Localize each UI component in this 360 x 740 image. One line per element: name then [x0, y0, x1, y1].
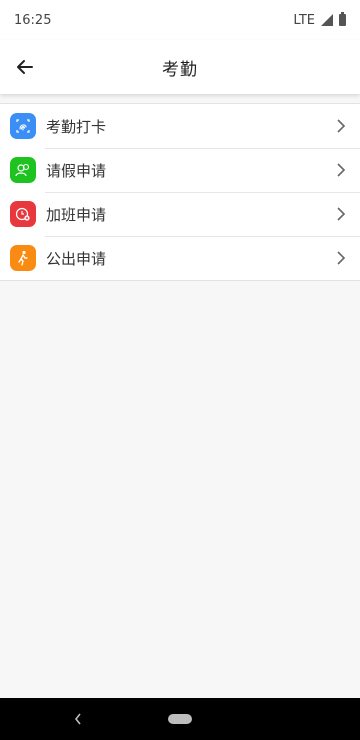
- status-indicators: LTE: [293, 12, 346, 28]
- chevron-right-icon: [334, 118, 348, 134]
- fingerprint-icon: [10, 113, 36, 139]
- app-bar: 考勤: [0, 40, 360, 94]
- menu-item-label: 考勤打卡: [46, 117, 107, 136]
- nav-home-button[interactable]: [168, 714, 192, 724]
- nav-back-button[interactable]: [72, 711, 84, 727]
- system-nav-bar: [0, 698, 360, 740]
- menu-item-overtime[interactable]: 加班申请: [0, 192, 360, 236]
- walking-person-icon: [10, 245, 36, 271]
- status-time: 16:25: [14, 12, 52, 28]
- network-type: LTE: [293, 12, 315, 28]
- nav-back-icon: [74, 713, 81, 725]
- battery-icon: [339, 12, 346, 26]
- page-title: 考勤: [162, 59, 198, 80]
- menu-item-clock-in[interactable]: 考勤打卡: [0, 104, 360, 148]
- back-button[interactable]: [10, 52, 40, 82]
- menu-item-leave[interactable]: 请假申请: [0, 148, 360, 192]
- overtime-clock-icon: [10, 201, 36, 227]
- attendance-menu: 考勤打卡 请假申请 加班申请 公出申请: [0, 103, 360, 281]
- arrow-left-icon: [17, 60, 33, 74]
- menu-item-label: 公出申请: [46, 249, 107, 268]
- menu-item-label: 请假申请: [46, 161, 107, 180]
- menu-item-business-out[interactable]: 公出申请: [0, 236, 360, 280]
- leave-people-icon: [10, 157, 36, 183]
- chevron-right-icon: [334, 162, 348, 178]
- menu-item-label: 加班申请: [46, 205, 107, 224]
- chevron-right-icon: [334, 206, 348, 222]
- status-bar: 16:25 LTE: [0, 0, 360, 40]
- signal-icon: [321, 14, 333, 26]
- chevron-right-icon: [334, 250, 348, 266]
